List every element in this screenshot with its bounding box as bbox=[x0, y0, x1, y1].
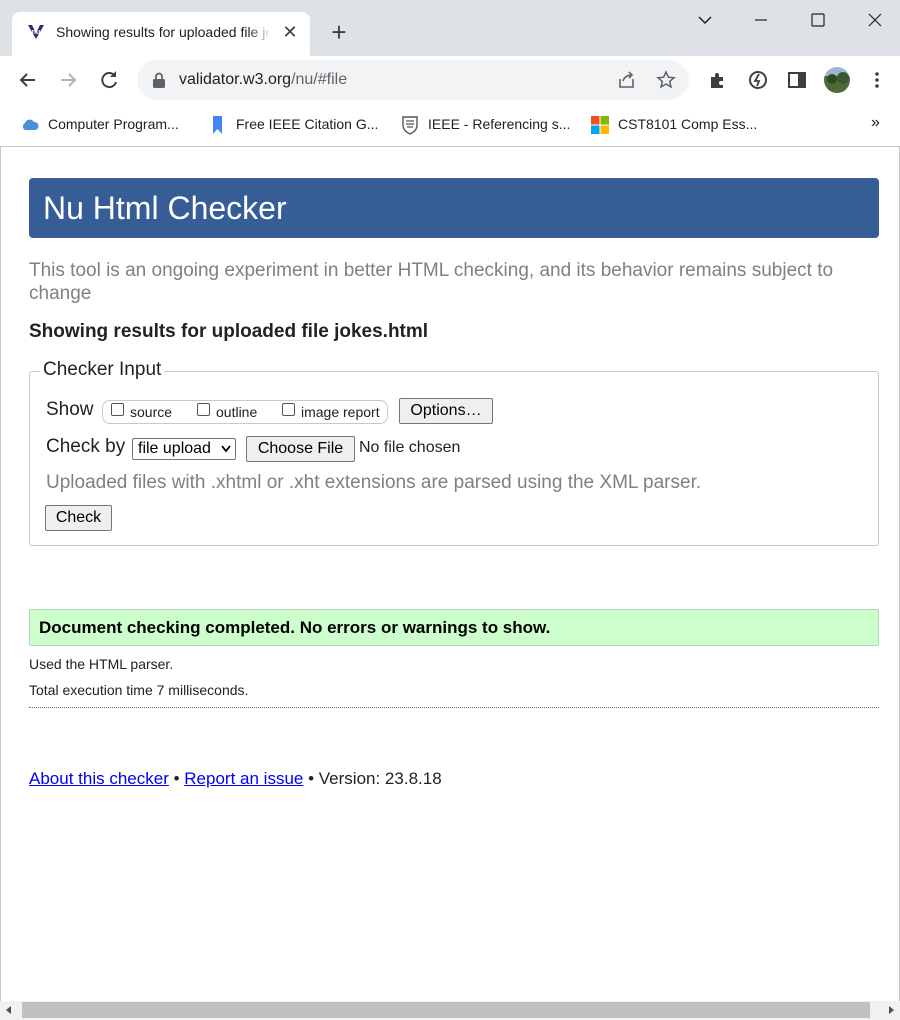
show-options-group: source outline image report bbox=[102, 400, 388, 424]
browser-toolbar: validator.w3.org/nu/#file bbox=[0, 56, 900, 104]
new-tab-icon[interactable]: + bbox=[326, 19, 352, 45]
tab-close-icon[interactable]: ✕ bbox=[280, 22, 300, 42]
page-content: Nu Html Checker This tool is an ongoing … bbox=[0, 147, 900, 1001]
chevron-down-icon bbox=[221, 445, 231, 453]
image-report-checkbox[interactable] bbox=[282, 403, 295, 416]
scroll-left-icon[interactable] bbox=[4, 1005, 14, 1015]
report-issue-link[interactable]: Report an issue bbox=[184, 769, 303, 788]
source-checkbox[interactable] bbox=[111, 403, 124, 416]
bookmark-item[interactable]: Free IEEE Citation G... bbox=[208, 114, 383, 136]
browser-tab[interactable]: nu Showing results for uploaded file jok… bbox=[12, 12, 310, 56]
bookmarks-bar: Computer Program... Free IEEE Citation G… bbox=[0, 104, 900, 147]
xml-parser-note: Uploaded files with .xhtml or .xht exten… bbox=[46, 472, 702, 493]
version-text: Version: 23.8.18 bbox=[318, 769, 442, 788]
about-checker-link[interactable]: About this checker bbox=[29, 769, 169, 788]
reload-icon[interactable] bbox=[95, 66, 123, 94]
lock-icon[interactable] bbox=[152, 72, 166, 88]
bookmark-item[interactable]: IEEE - Referencing s... bbox=[400, 114, 575, 136]
more-menu-icon[interactable] bbox=[863, 66, 891, 94]
performance-icon[interactable] bbox=[744, 66, 772, 94]
outline-checkbox-label: outline bbox=[216, 404, 258, 420]
page-banner: Nu Html Checker bbox=[29, 178, 879, 238]
tab-search-chevron-icon[interactable] bbox=[690, 8, 720, 32]
results-heading: Showing results for uploaded file jokes.… bbox=[29, 321, 429, 342]
minimize-icon[interactable] bbox=[746, 8, 776, 32]
nu-favicon-icon: nu bbox=[26, 22, 46, 42]
page-title: Nu Html Checker bbox=[43, 190, 287, 226]
bookmark-item[interactable]: Computer Program... bbox=[20, 114, 190, 136]
bookmarks-overflow-icon[interactable]: » bbox=[871, 114, 880, 136]
checker-input-fieldset: Checker Input Show source outline image … bbox=[29, 359, 879, 546]
image-report-checkbox-label: image report bbox=[301, 404, 380, 420]
bookmark-star-icon[interactable] bbox=[656, 70, 676, 90]
divider bbox=[29, 707, 879, 708]
horizontal-scrollbar[interactable] bbox=[0, 1001, 900, 1020]
choose-file-button[interactable]: Choose File bbox=[246, 436, 355, 462]
tab-title: Showing results for uploaded file jokes.… bbox=[56, 24, 268, 40]
source-checkbox-label: source bbox=[130, 404, 173, 420]
extensions-puzzle-icon[interactable] bbox=[704, 66, 732, 94]
show-label: Show bbox=[46, 399, 94, 420]
microsoft-logo-icon bbox=[591, 116, 609, 134]
side-panel-icon[interactable] bbox=[783, 66, 811, 94]
checker-input-legend: Checker Input bbox=[40, 359, 165, 381]
options-button[interactable]: Options… bbox=[399, 398, 493, 424]
tab-strip: nu Showing results for uploaded file jok… bbox=[0, 0, 900, 56]
url-text: validator.w3.org/nu/#file bbox=[179, 71, 348, 88]
check-by-select[interactable]: file upload bbox=[132, 438, 236, 460]
bookmark-item[interactable]: CST8101 Comp Ess... bbox=[590, 114, 765, 136]
scroll-right-icon[interactable] bbox=[886, 1005, 896, 1015]
forward-icon[interactable] bbox=[54, 66, 82, 94]
check-by-label: Check by bbox=[46, 436, 126, 457]
profile-avatar[interactable] bbox=[823, 66, 851, 94]
no-file-chosen-text: No file chosen bbox=[359, 439, 461, 456]
check-button[interactable]: Check bbox=[45, 505, 112, 531]
maximize-icon[interactable] bbox=[803, 8, 833, 32]
outline-checkbox[interactable] bbox=[197, 403, 210, 416]
execution-time: Total execution time 7 milliseconds. bbox=[29, 682, 249, 698]
browser-chrome: nu Showing results for uploaded file jok… bbox=[0, 0, 900, 147]
intro-text: This tool is an ongoing experiment in be… bbox=[29, 260, 834, 304]
scrollbar-thumb[interactable] bbox=[22, 1002, 870, 1018]
bookmark-ribbon-icon bbox=[213, 116, 222, 134]
page-footer: About this checker • Report an issue • V… bbox=[29, 769, 442, 789]
share-icon[interactable] bbox=[617, 70, 637, 90]
success-message-text: Document checking completed. No errors o… bbox=[39, 618, 551, 637]
cloud-icon bbox=[22, 119, 39, 130]
svg-text:nu: nu bbox=[32, 29, 41, 36]
footer-separator: • bbox=[308, 769, 315, 788]
shield-crest-icon bbox=[402, 116, 418, 135]
back-icon[interactable] bbox=[14, 66, 42, 94]
close-window-icon[interactable] bbox=[860, 8, 890, 32]
success-message: Document checking completed. No errors o… bbox=[29, 609, 879, 646]
footer-separator: • bbox=[173, 769, 180, 788]
parser-info: Used the HTML parser. bbox=[29, 656, 174, 672]
address-bar[interactable]: validator.w3.org/nu/#file bbox=[137, 60, 689, 100]
